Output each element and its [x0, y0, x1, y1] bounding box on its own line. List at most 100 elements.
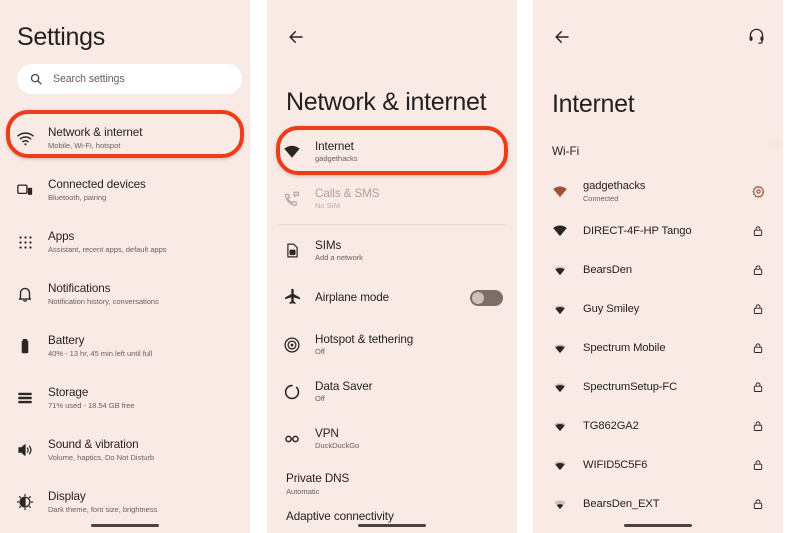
- wifi-icon: [279, 139, 305, 165]
- settings-item-battery[interactable]: Battery 40% - 13 hr, 45 min left until f…: [0, 320, 250, 372]
- storage-icon: [12, 385, 38, 411]
- wifi-low-icon: [549, 493, 571, 515]
- wifi-network-text: BearsDen_EXT: [583, 498, 749, 510]
- back-arrow-icon[interactable]: [553, 28, 571, 46]
- hotspot-icon: [279, 332, 305, 358]
- item-title: Display: [48, 490, 86, 504]
- wifi-network-text: Spectrum Mobile: [583, 342, 749, 354]
- network-item-adaptive-connectivity[interactable]: Adaptive connectivity: [267, 506, 517, 526]
- lock-icon: [749, 264, 767, 276]
- settings-item-text: Network & internet Mobile, Wi-Fi, hotspo…: [48, 126, 236, 150]
- settings-item-text: Display Dark theme, font size, brightnes…: [48, 490, 236, 514]
- item-title: Airplane mode: [315, 291, 390, 304]
- wifi-network-text: Guy Smiley: [583, 303, 749, 315]
- toggle-knob: [768, 137, 781, 151]
- network-list: Internet gadgethacks Calls & SMS No SIM: [267, 128, 517, 526]
- search-placeholder: Search settings: [53, 73, 125, 85]
- settings-item-connected-devices[interactable]: Connected devices Bluetooth, pairing: [0, 164, 250, 216]
- item-title: Network & internet: [48, 126, 143, 140]
- network-item-text: VPN DuckDuckGo: [315, 427, 503, 451]
- wifi-network-text: gadgethacks Connected: [583, 180, 749, 203]
- wifi-network-row[interactable]: TG862GA2: [533, 406, 783, 445]
- item-subtitle: Off: [315, 347, 325, 357]
- settings-item-display[interactable]: Display Dark theme, font size, brightnes…: [0, 476, 250, 528]
- item-title: Internet: [315, 139, 354, 153]
- wifi-icon: [12, 125, 38, 151]
- wifi-network-row[interactable]: BearsDen: [533, 250, 783, 289]
- wifi-toggle-row[interactable]: Wi-Fi: [533, 136, 783, 166]
- airplane-mode-toggle[interactable]: [470, 289, 503, 306]
- lock-icon: [749, 420, 767, 432]
- item-subtitle: Assistant, recent apps, default apps: [48, 244, 167, 254]
- lock-icon: [749, 225, 767, 237]
- item-title: Battery: [48, 334, 85, 348]
- item-subtitle: Off: [315, 394, 325, 404]
- settings-item-network-internet[interactable]: Network & internet Mobile, Wi-Fi, hotspo…: [0, 112, 250, 164]
- wifi-network-text: TG862GA2: [583, 420, 749, 432]
- data-saver-icon: [279, 379, 305, 405]
- settings-item-apps[interactable]: Apps Assistant, recent apps, default app…: [0, 216, 250, 268]
- network-item-sims[interactable]: SIMs Add a network: [267, 227, 517, 274]
- item-title: VPN: [315, 426, 339, 440]
- wifi-network-name: BearsDen_EXT: [583, 497, 660, 510]
- wifi-network-text: DIRECT-4F-HP Tango: [583, 225, 749, 237]
- wifi-network-status: Connected: [583, 193, 619, 203]
- lock-icon: [749, 381, 767, 393]
- wifi-network-text: BearsDen: [583, 264, 749, 276]
- settings-item-text: Sound & vibration Volume, haptics, Do No…: [48, 438, 236, 462]
- network-item-internet[interactable]: Internet gadgethacks: [267, 128, 517, 175]
- settings-item-text: Notifications Notification history, conv…: [48, 282, 236, 306]
- network-item-vpn[interactable]: VPN DuckDuckGo: [267, 415, 517, 462]
- wifi-network-row[interactable]: WIFID5C5F6: [533, 445, 783, 484]
- item-title: Adaptive connectivity: [286, 509, 394, 523]
- settings-list: Network & internet Mobile, Wi-Fi, hotspo…: [0, 112, 250, 528]
- gear-icon[interactable]: [749, 185, 767, 198]
- home-indicator: [91, 524, 159, 527]
- wifi-network-row[interactable]: Guy Smiley: [533, 289, 783, 328]
- item-title: SIMs: [315, 238, 342, 252]
- panel-gap: [517, 0, 533, 533]
- wifi-network-row[interactable]: DIRECT-4F-HP Tango: [533, 211, 783, 250]
- lock-icon: [749, 303, 767, 315]
- right-margin: [783, 0, 800, 533]
- settings-item-storage[interactable]: Storage 71% used - 18.54 GB free: [0, 372, 250, 424]
- list-divider: [279, 224, 505, 225]
- network-item-text: Internet gadgethacks: [315, 140, 503, 164]
- apps-grid-icon: [12, 229, 38, 255]
- screenshot-root: Settings Search settings Network & inter…: [0, 0, 800, 533]
- wifi-network-row[interactable]: SpectrumSetup-FC: [533, 367, 783, 406]
- calls-sms-icon: [279, 186, 305, 212]
- network-item-text: Private DNS Automatic: [286, 472, 503, 496]
- settings-item-text: Connected devices Bluetooth, pairing: [48, 178, 236, 202]
- page-title: Network & internet: [286, 88, 487, 116]
- item-title: Private DNS: [286, 472, 350, 485]
- item-title: Hotspot & tethering: [315, 332, 414, 346]
- vpn-icon: [279, 426, 305, 452]
- lock-icon: [749, 459, 767, 471]
- item-subtitle: Dark theme, font size, brightness: [48, 504, 158, 514]
- settings-item-notifications[interactable]: Notifications Notification history, conv…: [0, 268, 250, 320]
- network-item-airplane-mode[interactable]: Airplane mode: [267, 274, 517, 321]
- wifi-network-name: TG862GA2: [583, 419, 639, 432]
- wifi-network-row[interactable]: gadgethacks Connected: [533, 172, 783, 211]
- wifi-mid-icon: [549, 259, 571, 281]
- brightness-icon: [12, 489, 38, 515]
- wifi-network-row[interactable]: BearsDen_EXT: [533, 484, 783, 523]
- headset-icon[interactable]: [748, 27, 765, 44]
- back-arrow-icon[interactable]: [287, 28, 305, 46]
- network-item-private-dns[interactable]: Private DNS Automatic: [267, 462, 517, 506]
- item-title: Connected devices: [48, 178, 146, 192]
- network-item-hotspot-tethering[interactable]: Hotspot & tethering Off: [267, 321, 517, 368]
- wifi-network-text: SpectrumSetup-FC: [583, 381, 749, 393]
- search-input[interactable]: Search settings: [17, 64, 242, 94]
- item-subtitle: gadgethacks: [315, 154, 358, 164]
- network-item-calls-sms: Calls & SMS No SIM: [267, 175, 517, 222]
- wifi-network-row[interactable]: Spectrum Mobile: [533, 328, 783, 367]
- airplane-icon: [279, 285, 305, 311]
- network-item-data-saver[interactable]: Data Saver Off: [267, 368, 517, 415]
- bell-icon: [12, 281, 38, 307]
- connected-device-icon: [12, 177, 38, 203]
- settings-item-sound-vibration[interactable]: Sound & vibration Volume, haptics, Do No…: [0, 424, 250, 476]
- item-subtitle: DuckDuckGo: [315, 441, 360, 451]
- wifi-full-icon: [549, 220, 571, 242]
